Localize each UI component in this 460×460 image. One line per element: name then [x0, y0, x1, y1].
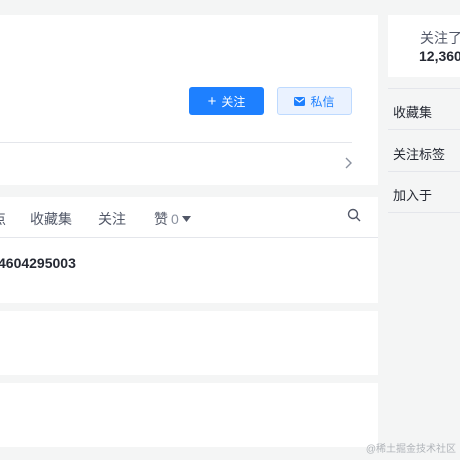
- profile-divider: [0, 142, 352, 143]
- message-button[interactable]: 私信: [277, 87, 352, 115]
- caret-down-icon: [181, 216, 191, 222]
- tab-follow[interactable]: 关注: [98, 209, 126, 229]
- tab-collections[interactable]: 收藏集: [30, 209, 72, 229]
- following-label: 关注了: [420, 30, 460, 46]
- tab-likes-label: 赞: [154, 211, 168, 227]
- follow-button[interactable]: + 关注: [189, 87, 264, 115]
- list-item: [0, 383, 378, 447]
- following-count: 12,360: [419, 48, 460, 64]
- side-item-collections[interactable]: 收藏集: [393, 102, 432, 121]
- search-icon[interactable]: [347, 208, 361, 227]
- side-divider: [388, 212, 460, 213]
- tabs-divider: [0, 237, 378, 238]
- side-divider: [388, 88, 460, 89]
- side-item-joined-on: 加入于: [393, 188, 433, 203]
- tab-partial[interactable]: 点: [0, 209, 6, 229]
- side-divider: [388, 129, 460, 130]
- tab-likes[interactable]: 赞 0: [154, 209, 191, 229]
- watermark: @稀土掘金技术社区: [365, 444, 456, 455]
- side-divider: [388, 171, 460, 172]
- tab-likes-count: 0: [171, 211, 179, 227]
- side-item-followed-tags[interactable]: 关注标签: [393, 144, 445, 163]
- content-number: 4604295003: [0, 255, 76, 271]
- follow-button-label: 关注: [221, 94, 246, 109]
- chevron-right-icon[interactable]: [343, 156, 353, 175]
- plus-icon: +: [207, 92, 217, 110]
- list-item: [0, 311, 378, 375]
- mail-icon: [294, 96, 306, 106]
- message-button-label: 私信: [310, 94, 335, 109]
- following-stats-card[interactable]: 关注了 12,360: [388, 15, 460, 77]
